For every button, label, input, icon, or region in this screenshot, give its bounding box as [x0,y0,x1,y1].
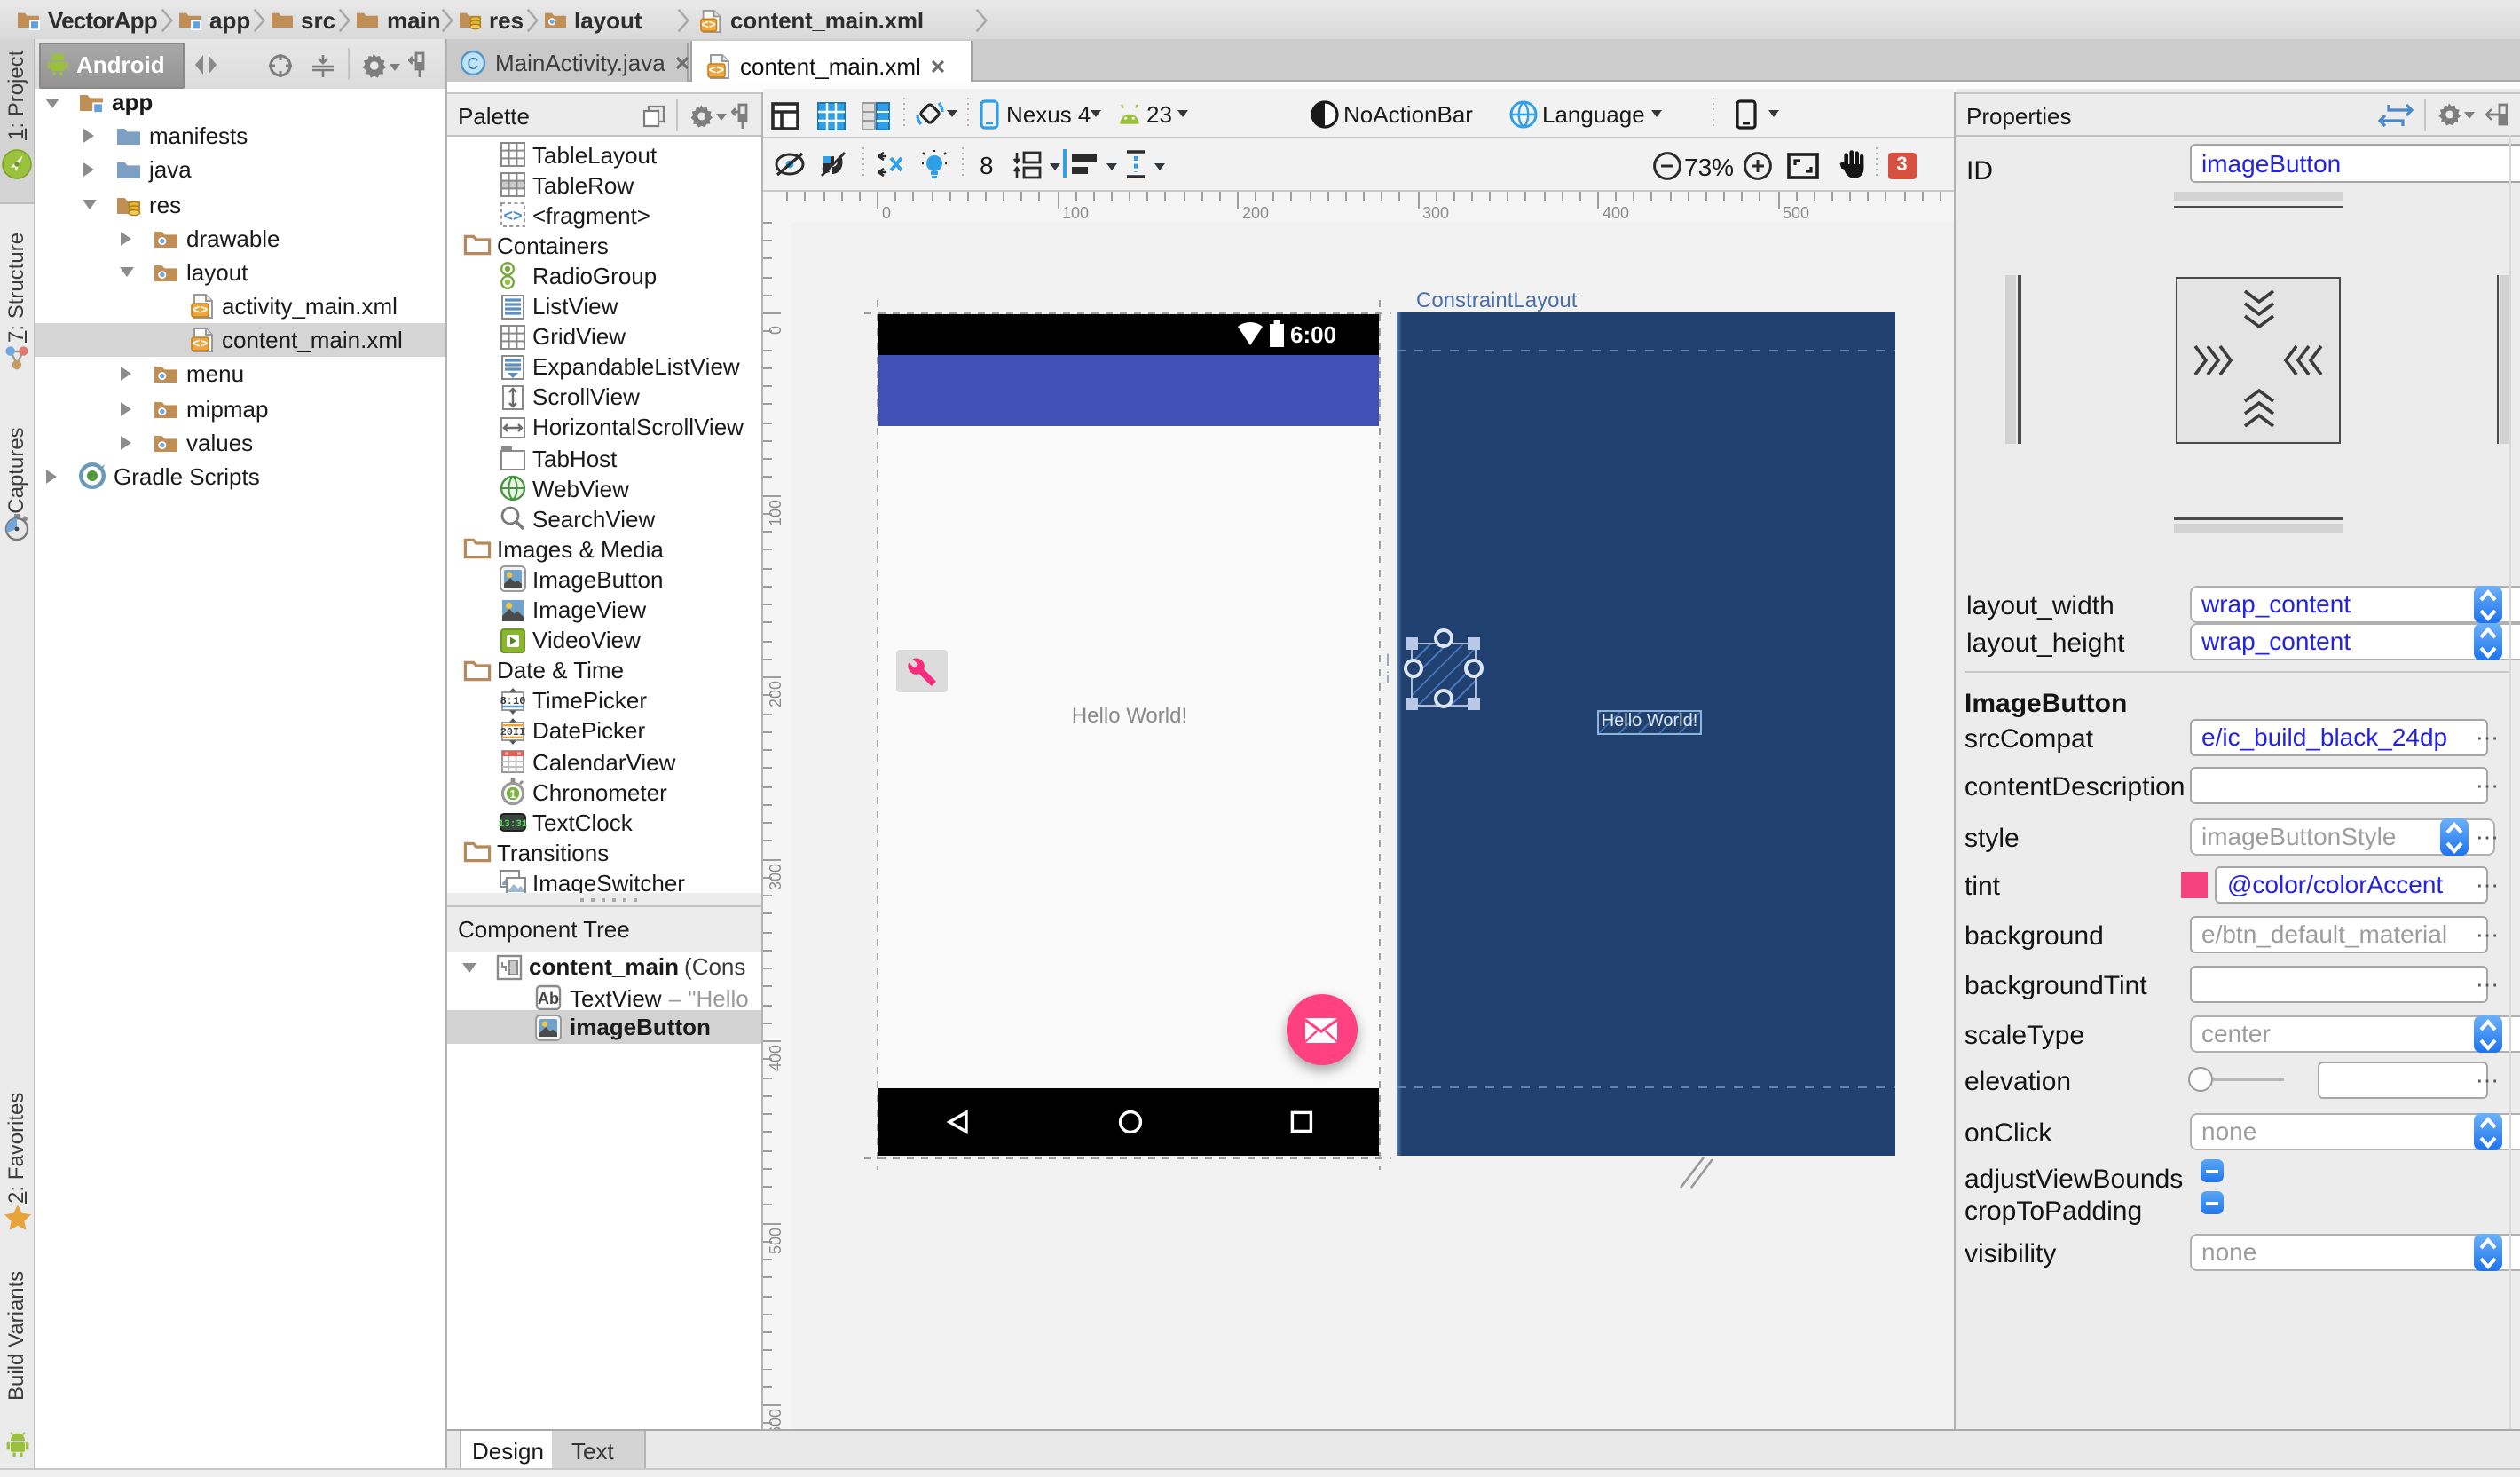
svg-text:8:10: 8:10 [500,695,526,707]
svg-text:<>: <> [503,207,522,225]
svg-text:<>: <> [193,336,209,351]
svg-text:<>: <> [193,302,209,317]
svg-text:Ab: Ab [538,990,559,1007]
svg-text:<>: <> [701,17,715,31]
svg-text:1: 1 [509,787,516,801]
svg-text:<>: <> [709,62,725,77]
svg-text:20II: 20II [500,726,526,738]
svg-text:C: C [468,54,479,72]
svg-text:13:31: 13:31 [499,820,527,831]
